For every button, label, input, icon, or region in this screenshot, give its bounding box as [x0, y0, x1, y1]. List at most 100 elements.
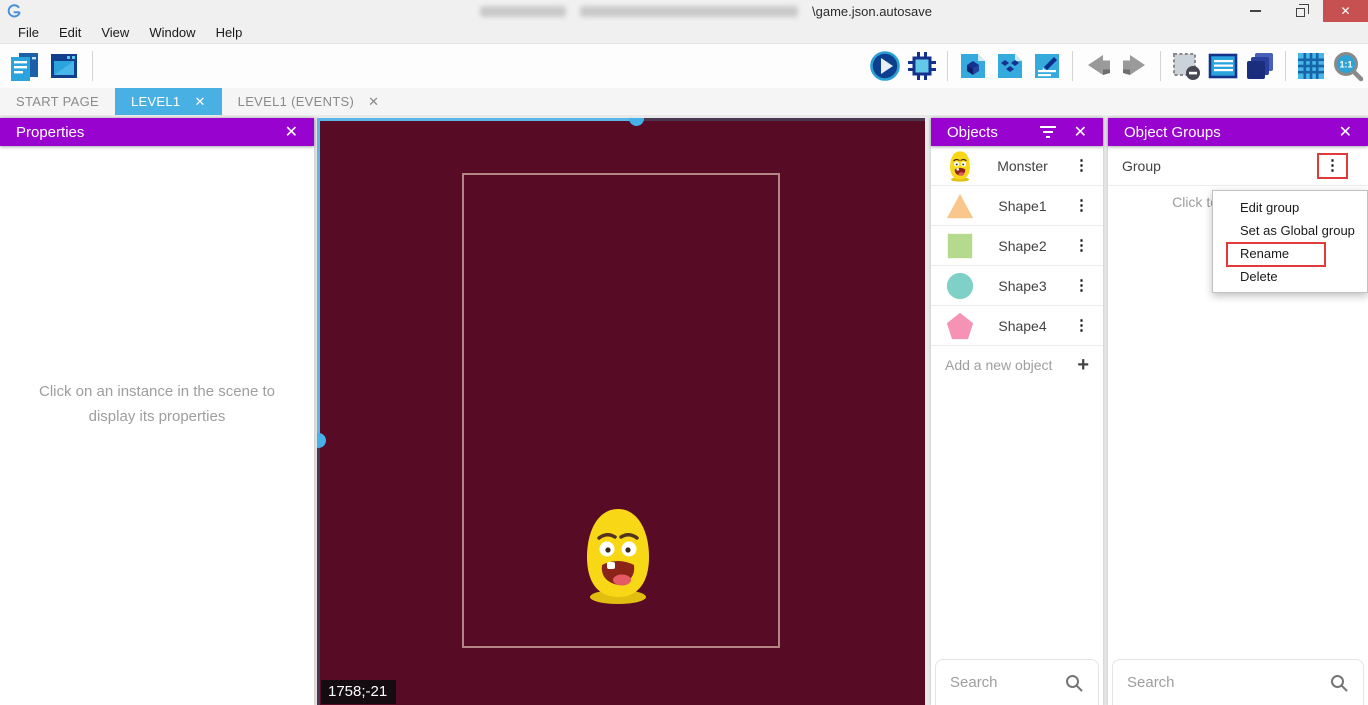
layers-icon[interactable] — [1242, 48, 1278, 84]
tab-close-icon[interactable]: ✕ — [368, 94, 379, 110]
more-options-icon[interactable]: ⋮ — [1070, 276, 1093, 295]
monster-instance[interactable] — [580, 505, 656, 605]
objects-panel: Objects ✕ Mo — [931, 118, 1103, 705]
object-row-monster[interactable]: Monster ⋮ — [931, 146, 1103, 186]
circle-thumbnail — [945, 270, 975, 302]
plus-icon: + — [1077, 354, 1089, 377]
tab-close-icon[interactable]: ✕ — [194, 94, 205, 110]
tab-label: LEVEL1 (EVENTS) — [238, 94, 355, 109]
object-name: Shape2 — [975, 238, 1070, 254]
restore-icon[interactable] — [1278, 0, 1323, 22]
tab-label: START PAGE — [16, 94, 99, 109]
add-group-hint-text: Click to — [1108, 194, 1218, 210]
tab-label: LEVEL1 — [131, 94, 181, 109]
menu-help[interactable]: Help — [206, 23, 253, 42]
object-row-shape2[interactable]: Shape2 ⋮ — [931, 226, 1103, 266]
selection-edge-top — [317, 118, 643, 121]
project-manager-icon[interactable] — [6, 48, 42, 84]
scene-canvas[interactable]: 1758;-21 — [317, 118, 925, 705]
menu-bar: File Edit View Window Help — [0, 22, 1368, 44]
selection-handle-left[interactable] — [317, 433, 326, 448]
menu-edit[interactable]: Edit — [49, 23, 91, 42]
more-options-icon[interactable]: ⋮ — [1070, 236, 1093, 255]
pentagon-thumbnail — [945, 310, 975, 342]
properties-panel-title: Properties — [16, 124, 84, 141]
selection-handle-top[interactable] — [629, 118, 644, 126]
redacted-title-segment — [480, 6, 566, 17]
toolbar-divider — [1285, 51, 1286, 81]
undo-icon[interactable] — [1080, 48, 1116, 84]
groups-search-input[interactable] — [1127, 674, 1329, 691]
tab-bar: START PAGE LEVEL1 ✕ LEVEL1 (EVENTS) ✕ — [0, 88, 1368, 115]
close-panel-icon[interactable]: ✕ — [1074, 122, 1087, 142]
object-row-shape3[interactable]: Shape3 ⋮ — [931, 266, 1103, 306]
window-controls: ✕ — [1233, 0, 1368, 22]
object-row-shape4[interactable]: Shape4 ⋮ — [931, 306, 1103, 346]
toolbar-divider — [1160, 51, 1161, 81]
menu-item-rename[interactable]: Rename — [1213, 242, 1367, 265]
object-name: Shape3 — [975, 278, 1070, 294]
grid-icon[interactable] — [1293, 48, 1329, 84]
close-icon[interactable]: ✕ — [1323, 0, 1368, 22]
add-new-object-label: Add a new object — [945, 357, 1077, 373]
tab-level1-events[interactable]: LEVEL1 (EVENTS) ✕ — [222, 88, 396, 115]
instances-list-icon[interactable] — [1205, 48, 1241, 84]
object-name: Monster — [975, 158, 1070, 174]
selection-edge-left-continuation — [317, 443, 320, 705]
window-title: \game.json.autosave — [480, 0, 932, 22]
minimize-icon[interactable] — [1233, 0, 1278, 22]
gdevelop-window: \game.json.autosave ✕ File Edit View Win… — [0, 0, 1368, 705]
redo-icon[interactable] — [1117, 48, 1153, 84]
object-name: Shape4 — [975, 318, 1070, 334]
debug-icon[interactable] — [904, 48, 940, 84]
filter-icon[interactable] — [1040, 126, 1056, 138]
menu-item-edit-group[interactable]: Edit group — [1213, 196, 1367, 219]
toolbar-divider — [1072, 51, 1073, 81]
close-panel-icon[interactable]: ✕ — [285, 122, 298, 142]
object-groups-panel-icon[interactable] — [992, 48, 1028, 84]
tab-start-page[interactable]: START PAGE — [0, 88, 115, 115]
objects-panel-icon[interactable] — [955, 48, 991, 84]
properties-panel-header: Properties ✕ — [0, 118, 314, 146]
group-row[interactable]: Group ⋮ — [1108, 146, 1368, 186]
more-options-icon[interactable]: ⋮ — [1070, 196, 1093, 215]
search-icon — [1329, 673, 1349, 693]
menu-file[interactable]: File — [8, 23, 49, 42]
title-bar: \game.json.autosave ✕ — [0, 0, 1368, 22]
main-area: Properties ✕ Click on an instance in the… — [0, 115, 1368, 705]
add-new-object-button[interactable]: Add a new object + — [931, 346, 1103, 384]
objects-search-box — [935, 659, 1099, 705]
selection-edge-top-continuation — [643, 118, 925, 121]
groups-search-box — [1112, 659, 1364, 705]
search-icon — [1064, 673, 1084, 693]
selection-edge-left — [317, 118, 320, 443]
more-options-icon[interactable]: ⋮ — [1070, 156, 1093, 175]
svg-text:1:1: 1:1 — [1339, 60, 1352, 70]
mask-icon[interactable] — [1168, 48, 1204, 84]
toolbar-divider — [92, 51, 93, 81]
menu-item-delete[interactable]: Delete — [1213, 265, 1367, 288]
menu-item-set-global-group[interactable]: Set as Global group — [1213, 219, 1367, 242]
scene-properties-icon[interactable] — [46, 48, 82, 84]
more-options-icon[interactable]: ⋮ — [1070, 316, 1093, 335]
object-name: Shape1 — [975, 198, 1070, 214]
properties-panel: Properties ✕ Click on an instance in the… — [0, 118, 314, 705]
cursor-coordinates: 1758;-21 — [321, 680, 396, 704]
properties-edit-icon[interactable] — [1029, 48, 1065, 84]
gdevelop-logo-icon — [7, 4, 22, 19]
play-icon[interactable] — [867, 48, 903, 84]
zoom-1-1-icon[interactable]: 1:1 — [1330, 48, 1366, 84]
objects-search-input[interactable] — [950, 674, 1064, 691]
title-filename: \game.json.autosave — [812, 4, 932, 19]
menu-view[interactable]: View — [91, 23, 139, 42]
object-groups-panel-title: Object Groups — [1124, 124, 1221, 141]
object-row-shape1[interactable]: Shape1 ⋮ — [931, 186, 1103, 226]
redacted-path-segment — [580, 6, 798, 17]
object-groups-panel-header: Object Groups ✕ — [1108, 118, 1368, 146]
group-more-options-icon[interactable]: ⋮ — [1317, 153, 1348, 179]
close-panel-icon[interactable]: ✕ — [1339, 122, 1352, 142]
menu-window[interactable]: Window — [139, 23, 205, 42]
square-thumbnail — [945, 230, 975, 262]
tab-level1[interactable]: LEVEL1 ✕ — [115, 88, 222, 115]
group-context-menu: Edit group Set as Global group Rename De… — [1212, 190, 1368, 293]
